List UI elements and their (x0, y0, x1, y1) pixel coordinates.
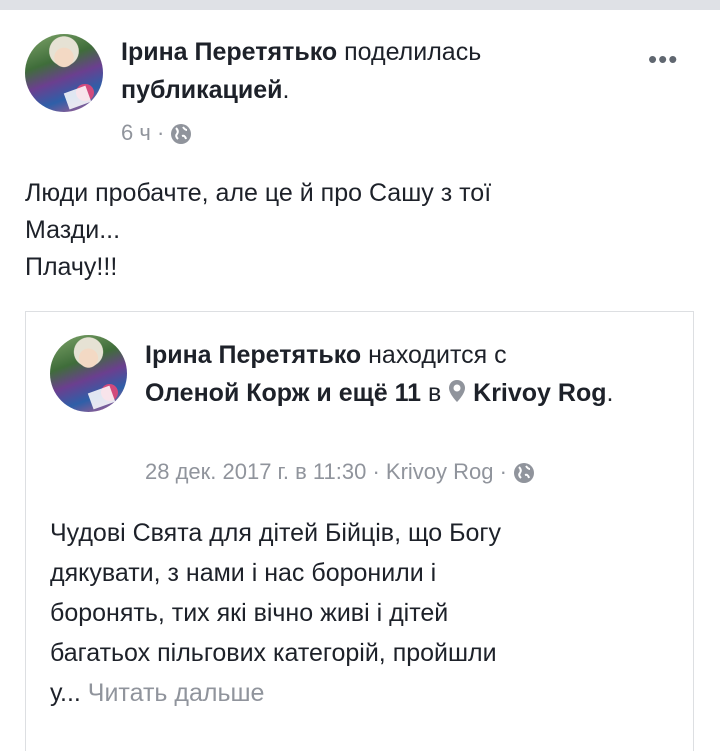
location-pin-icon (449, 380, 466, 402)
see-more-link[interactable]: Читать дальше (88, 679, 265, 707)
with-label: находится с (368, 341, 507, 369)
post-meta: 6 ч · (121, 120, 192, 146)
post-text-line: Мазди... (25, 216, 121, 244)
top-divider (0, 0, 720, 10)
header-period: . (282, 76, 290, 104)
tagged-person[interactable]: Оленой Корж (145, 379, 309, 407)
post-text-line: Плачу!!! (25, 253, 118, 281)
meta-separator: · (156, 120, 165, 145)
post-header: Ірина Перетятько поделилась публикацией. (121, 33, 621, 109)
shared-text-line: у... (50, 679, 81, 707)
author-avatar[interactable] (25, 34, 103, 112)
action-text: поделилась (344, 38, 482, 66)
post-text-line: Люди пробачте, але це й про Сашу з тої (25, 179, 492, 207)
shared-post-meta: 28 дек. 2017 г. в 11:30 · Krivoy Rog · (145, 459, 535, 485)
post-body: Люди пробачте, але це й про Сашу з тої М… (25, 175, 705, 286)
shared-post-date[interactable]: 28 дек. 2017 г. в 11:30 (145, 459, 366, 484)
shared-text-line: боронять, тих які вічно живі і дітей (50, 599, 449, 627)
meta-separator: · (372, 459, 380, 484)
shared-header-period: . (606, 379, 614, 407)
shared-text-line: дякувати, з нами і нас боронили і (50, 559, 437, 587)
shared-author-name[interactable]: Ірина Перетятько (145, 341, 361, 369)
shared-post-body: Чудові Свята для дітей Бійців, що Богу д… (50, 513, 690, 713)
in-label: в (427, 379, 442, 407)
shared-author-avatar[interactable] (50, 335, 127, 412)
shared-text-line: Чудові Свята для дітей Бійців, що Богу (50, 519, 502, 547)
location-link[interactable]: Krivoy Rog (473, 379, 606, 407)
shared-post-header: Ірина Перетятько находится с Оленой Корж… (145, 336, 675, 412)
globe-icon (171, 124, 192, 145)
meta-separator: · (499, 459, 507, 484)
and-others[interactable]: и ещё 11 (316, 379, 421, 407)
shared-text-line: багатьох пільгових категорій, пройшли (50, 639, 497, 667)
more-dots-icon[interactable]: ••• (648, 44, 678, 75)
globe-icon (514, 463, 535, 484)
post-time[interactable]: 6 ч (121, 120, 151, 145)
author-name[interactable]: Ірина Перетятько (121, 38, 337, 66)
shared-location-meta[interactable]: Krivoy Rog (386, 459, 494, 484)
action-object[interactable]: публикацией (121, 76, 283, 104)
